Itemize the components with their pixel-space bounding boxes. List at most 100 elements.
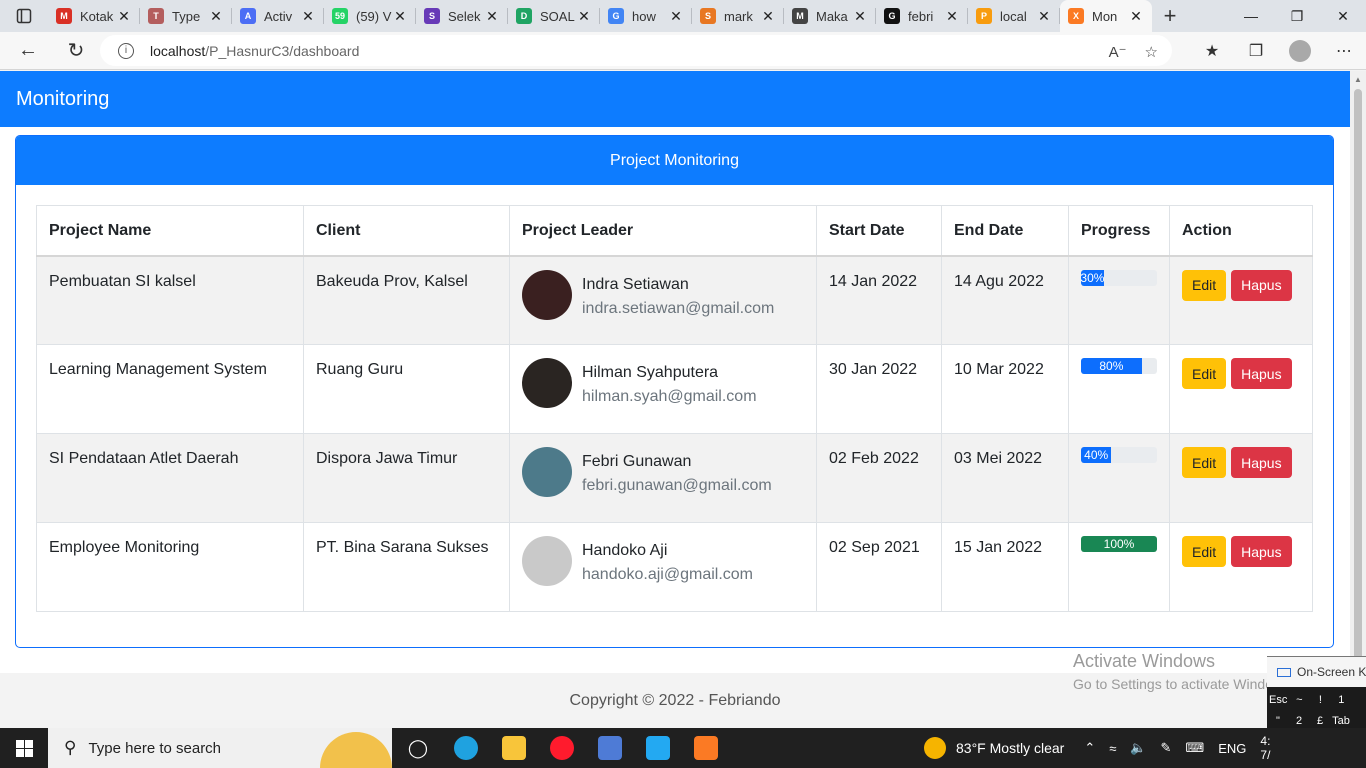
delete-button[interactable]: Hapus xyxy=(1231,269,1292,301)
column-header: Project Name xyxy=(36,205,304,257)
close-tab-icon[interactable]: ✕ xyxy=(116,8,132,25)
close-tab-icon[interactable]: ✕ xyxy=(484,8,500,25)
tab-label: Activ xyxy=(264,8,293,24)
osk-title: On-Screen Keyboard xyxy=(1297,665,1366,679)
scrollbar-thumb[interactable] xyxy=(1354,89,1362,709)
tab-actions-button[interactable] xyxy=(0,0,48,32)
tab-label: Maka xyxy=(816,8,848,24)
edit-button[interactable]: Edit xyxy=(1182,269,1227,301)
close-window-button[interactable]: ✕ xyxy=(1320,0,1366,32)
edit-button[interactable]: Edit xyxy=(1182,536,1227,567)
action-buttons: Edit Hapus xyxy=(1182,536,1300,567)
action-cell: Edit Hapus xyxy=(1169,255,1313,345)
edge-app-icon[interactable] xyxy=(442,728,490,768)
opera-glyph xyxy=(550,736,574,760)
remote-desktop-icon[interactable] xyxy=(586,728,634,768)
progress-bar-track: 100% xyxy=(1081,536,1157,552)
read-aloud-icon[interactable]: A⁻ xyxy=(1109,43,1127,61)
site-info-icon[interactable]: i xyxy=(118,42,134,59)
close-tab-icon[interactable]: ✕ xyxy=(668,8,684,25)
browser-tab[interactable]: A Activ ✕ xyxy=(232,0,324,32)
osk-key[interactable]: Esc xyxy=(1269,691,1287,709)
browser-tab[interactable]: X Mon ✕ xyxy=(1060,0,1152,32)
progress-bar-fill: 40% xyxy=(1081,447,1112,463)
task-view-icon[interactable]: ◯ xyxy=(394,728,442,768)
osk-key[interactable]: ! xyxy=(1311,691,1329,709)
start-button[interactable] xyxy=(0,728,48,768)
clock[interactable]: 4: 7/ xyxy=(1260,734,1270,762)
leader-avatar xyxy=(522,358,572,408)
browser-tab[interactable]: S Selek ✕ xyxy=(416,0,508,32)
weather-widget[interactable]: 83°F Mostly clear xyxy=(956,740,1064,756)
toolbar-right: ★ ❐ ⋯ xyxy=(1190,35,1366,67)
volume-icon[interactable]: 🔈 xyxy=(1130,740,1146,756)
close-tab-icon[interactable]: ✕ xyxy=(392,8,408,25)
minimize-button[interactable]: — xyxy=(1228,0,1274,32)
browser-tab[interactable]: Plocal ✕ xyxy=(968,0,1060,32)
delete-button[interactable]: Hapus xyxy=(1231,358,1292,389)
close-tab-icon[interactable]: ✕ xyxy=(1128,8,1144,25)
keyboard-tray-icon[interactable]: ⌨ xyxy=(1185,740,1204,756)
pen-icon[interactable]: ✎ xyxy=(1161,740,1172,756)
language-indicator[interactable]: ENG xyxy=(1218,741,1246,756)
taskbar-search[interactable]: ⚲ Type here to search xyxy=(48,728,392,768)
scroll-up-icon[interactable]: ▲ xyxy=(1354,75,1362,84)
project-name-cell: Employee Monitoring xyxy=(36,522,304,612)
system-tray: 83°F Mostly clear ⌃ ≈ 🔈 ✎ ⌨ ENG 4: 7/ xyxy=(924,728,1270,768)
edit-button[interactable]: Edit xyxy=(1182,358,1227,389)
browser-tab[interactable]: 59 (59) V ✕ xyxy=(324,0,416,32)
page-scrollbar[interactable]: ▲ xyxy=(1350,71,1366,728)
leader-avatar xyxy=(522,447,572,497)
browser-tab[interactable]: Gfebri ✕ xyxy=(876,0,968,32)
show-hidden-icons[interactable]: ⌃ xyxy=(1084,740,1095,756)
browser-tab[interactable]: T Type ✕ xyxy=(140,0,232,32)
opera-app-icon[interactable] xyxy=(538,728,586,768)
close-tab-icon[interactable]: ✕ xyxy=(944,8,960,25)
search-highlight-illustration xyxy=(320,732,392,768)
table-row: Employee Monitoring PT. Bina Sarana Sukse… xyxy=(36,522,1313,612)
osk-key[interactable]: ~ xyxy=(1290,691,1308,709)
favorites-icon[interactable]: ★ xyxy=(1190,35,1234,67)
osk-titlebar[interactable]: On-Screen Keyboard xyxy=(1267,657,1366,687)
navbar-brand[interactable]: Monitoring xyxy=(16,88,109,111)
add-favorite-icon[interactable]: ☆ xyxy=(1145,43,1158,61)
more-menu-icon[interactable]: ⋯ xyxy=(1322,35,1366,67)
browser-tab[interactable]: Ghow ✕ xyxy=(600,0,692,32)
project-name-cell: SI Pendataan Atlet Daerah xyxy=(36,433,304,523)
delete-button[interactable]: Hapus xyxy=(1231,447,1292,478)
leader-text: Handoko Aji handoko.aji@gmail.com xyxy=(582,539,753,587)
back-button[interactable]: ← xyxy=(8,35,48,67)
browser-tab[interactable]: M Kotak ✕ xyxy=(48,0,140,32)
leader-info: Handoko Aji handoko.aji@gmail.com xyxy=(522,536,804,587)
edge-glyph xyxy=(454,736,478,760)
restore-button[interactable]: ❐ xyxy=(1274,0,1320,32)
browser-tab[interactable]: D SOAL ✕ xyxy=(508,0,600,32)
close-tab-icon[interactable]: ✕ xyxy=(1036,8,1052,25)
close-tab-icon[interactable]: ✕ xyxy=(852,8,868,25)
osk-key[interactable]: 1 xyxy=(1332,691,1350,709)
refresh-button[interactable]: ↻ xyxy=(56,35,96,67)
column-header: Action xyxy=(1169,205,1313,257)
column-header: End Date xyxy=(941,205,1069,257)
progress-bar-track: 80% xyxy=(1081,358,1157,374)
file-explorer-icon[interactable] xyxy=(490,728,538,768)
new-tab-button[interactable]: + xyxy=(1152,3,1188,29)
vscode-app-icon[interactable] xyxy=(634,728,682,768)
profile-button[interactable] xyxy=(1278,35,1322,67)
edit-button[interactable]: Edit xyxy=(1182,447,1227,478)
browser-tab[interactable]: Smark ✕ xyxy=(692,0,784,32)
address-bar[interactable]: i localhost/P_HasnurC3/dashboard A⁻ ☆ xyxy=(100,35,1172,66)
xampp-app-icon[interactable] xyxy=(682,728,730,768)
close-tab-icon[interactable]: ✕ xyxy=(760,8,776,25)
collections-icon[interactable]: ❐ xyxy=(1234,35,1278,67)
close-tab-icon[interactable]: ✕ xyxy=(208,8,224,25)
progress-bar-fill: 80% xyxy=(1081,358,1142,374)
close-tab-icon[interactable]: ✕ xyxy=(300,8,316,25)
leader-info: Indra Setiawan indra.setiawan@gmail.com xyxy=(522,269,804,321)
browser-tab-strip: M Kotak ✕ T Type ✕ A Activ ✕ 59 (59) V ✕ S Selek ✕ D SOA… xyxy=(0,0,1366,32)
browser-tab[interactable]: M Maka ✕ xyxy=(784,0,876,32)
wifi-icon[interactable]: ≈ xyxy=(1109,741,1116,756)
close-tab-icon[interactable]: ✕ xyxy=(576,8,592,25)
delete-button[interactable]: Hapus xyxy=(1231,536,1292,567)
monitor-glyph xyxy=(598,736,622,760)
